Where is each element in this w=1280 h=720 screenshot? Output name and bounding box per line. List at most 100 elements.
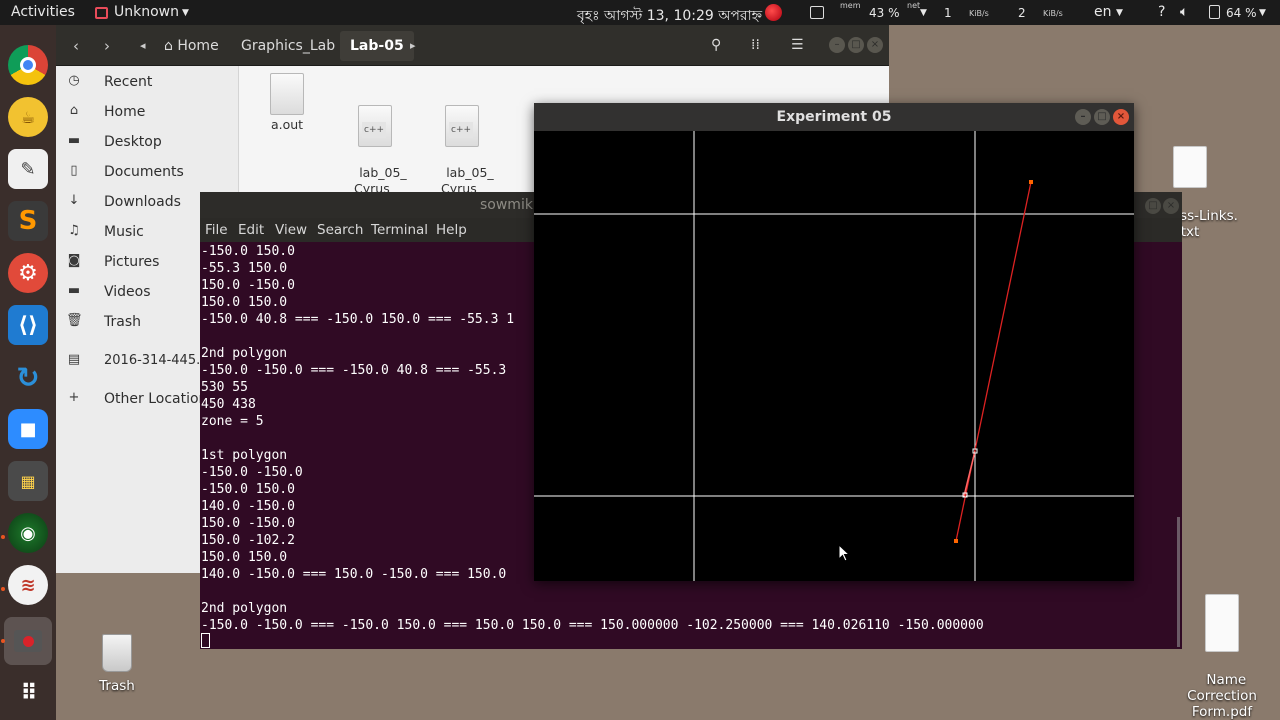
terminal-line: -150.0 40.8 === -150.0 150.0 === -55.3 1 — [201, 312, 515, 327]
terminal-title: sowmik — [480, 197, 533, 213]
sidebar-item-desktop[interactable]: ▬ Desktop — [56, 128, 239, 158]
mem-label: mem — [840, 1, 861, 10]
text-editor-icon[interactable]: ✎ — [8, 149, 48, 189]
terminal-line: -150.0 -150.0 === -150.0 150.0 === 150.0… — [201, 618, 984, 633]
sublime-icon[interactable]: S — [8, 201, 48, 241]
recorder-icon[interactable] — [4, 617, 52, 665]
music-icon: ♫ — [68, 223, 80, 238]
maximize-button[interactable]: □ — [848, 37, 864, 53]
running-indicator — [1, 535, 5, 539]
terminal-line: -150.0 150.0 — [201, 244, 295, 259]
breadcrumb-right-arrow[interactable]: ▸ — [410, 39, 416, 52]
menu-terminal[interactable]: Terminal — [371, 222, 428, 238]
menu-icon[interactable]: ☰ — [791, 37, 804, 53]
terminal-line: 2nd polygon — [201, 601, 288, 616]
breadcrumb-graphics-lab[interactable]: Graphics_Lab — [231, 31, 345, 61]
minimize-button[interactable]: – — [1075, 109, 1091, 125]
window-title: Experiment 05 — [776, 109, 892, 125]
sidebar-item-home[interactable]: ⌂ Home — [56, 98, 239, 128]
menu-edit[interactable]: Edit — [238, 222, 264, 238]
terminal-scrollbar[interactable] — [1177, 517, 1180, 647]
desktop-name-correction-form[interactable]: Name Correction Form.pdf — [1182, 562, 1262, 720]
desktop-label: Trash — [99, 678, 135, 694]
system-monitor-icon[interactable] — [810, 6, 824, 19]
search-icon[interactable]: ⚲ — [711, 37, 721, 53]
sidebar-item-label: Home — [104, 104, 146, 120]
battery-value: 64 % — [1226, 6, 1257, 20]
cpp-file-icon: c++ — [358, 105, 392, 147]
close-button[interactable]: × — [867, 37, 883, 53]
terminal-line: 530 55 — [201, 380, 248, 395]
activities-button[interactable]: Activities — [11, 4, 75, 20]
desktop-trash[interactable]: Trash — [85, 634, 149, 694]
files-header: ‹ › ◂ ⌂ Home Graphics_Lab Lab-05 ▸ ⚲ ⁞⁞ … — [56, 25, 889, 66]
battery-icon[interactable] — [1209, 5, 1220, 19]
net-up-unit: KiB/s — [1043, 9, 1063, 18]
breadcrumb-home[interactable]: ⌂ Home — [154, 31, 229, 61]
experiment-titlebar: Experiment 05 – □ × — [534, 103, 1134, 131]
breadcrumb-left-arrow[interactable]: ◂ — [140, 39, 146, 52]
text-file-icon — [1173, 146, 1207, 188]
terminal-line: 140.0 -150.0 === 150.0 -150.0 === 150.0 — [201, 567, 507, 582]
dock: ☕ ✎ S ⚙ ⟨⟩ ↻ ■ ▦ ◉ ≋ ⠿ — [0, 25, 56, 720]
breadcrumb-lab-05[interactable]: Lab-05 — [340, 31, 414, 61]
mouse-pointer-icon — [838, 544, 850, 562]
terminal-line: 1st polygon — [201, 448, 288, 463]
back-button[interactable]: ‹ — [73, 37, 79, 55]
chevron-down-icon: ▼ — [920, 8, 927, 18]
forward-button[interactable]: › — [104, 37, 110, 55]
download-icon: ↓ — [68, 193, 80, 208]
cpp-tag: c++ — [449, 122, 474, 138]
terminal-cursor — [201, 633, 210, 648]
net-label: net — [907, 1, 921, 10]
chrome-icon[interactable] — [8, 45, 48, 85]
home-icon: ⌂ — [164, 38, 178, 54]
refresh-icon[interactable]: ↻ — [8, 357, 48, 397]
cpp-tag: c++ — [362, 122, 387, 138]
file-item-a-out[interactable]: a.out — [249, 73, 325, 133]
app-indicator-icon — [95, 7, 108, 19]
running-indicator — [1, 587, 5, 591]
help-icon[interactable]: ? — [1158, 4, 1165, 20]
maximize-button[interactable]: □ — [1094, 109, 1110, 125]
language-selector[interactable]: en — [1094, 4, 1112, 20]
menu-help[interactable]: Help — [436, 222, 467, 238]
drive-icon: ▤ — [67, 352, 81, 367]
chevron-down-icon: ▼ — [1116, 8, 1123, 18]
minimize-button[interactable]: – — [829, 37, 845, 53]
paint-teapot-icon[interactable]: ☕ — [8, 97, 48, 137]
terminal-line: -150.0 150.0 — [201, 482, 295, 497]
net-down-value: 1 — [944, 6, 952, 20]
settings-icon[interactable]: ⚙ — [8, 253, 48, 293]
clipping-canvas — [534, 131, 1134, 581]
show-apps-icon[interactable]: ⠿ — [8, 673, 48, 713]
close-button[interactable]: × — [1163, 198, 1179, 214]
home-icon: ⌂ — [69, 103, 79, 118]
sidebar-item-recent[interactable]: ◷ Recent — [56, 68, 239, 98]
zoom-icon[interactable]: ■ — [8, 409, 48, 449]
terminal-line: 140.0 -150.0 — [201, 499, 295, 514]
menu-file[interactable]: File — [205, 222, 228, 238]
camera-icon: ◙ — [67, 253, 81, 268]
line-endpoint — [1029, 180, 1033, 184]
recording-icon[interactable] — [765, 4, 782, 21]
app-menu[interactable]: Unknown — [114, 4, 179, 20]
sidebar-item-documents[interactable]: ▯ Documents — [56, 158, 239, 188]
maximize-button[interactable]: □ — [1145, 198, 1161, 214]
menu-search[interactable]: Search — [317, 222, 363, 238]
desktop-label: Name Correction Form.pdf — [1187, 672, 1257, 720]
experiment-window[interactable]: Experiment 05 – □ × — [534, 103, 1134, 581]
menu-view[interactable]: View — [275, 222, 307, 238]
web-browser-icon[interactable]: ◉ — [8, 513, 48, 553]
document-viewer-icon[interactable]: ≋ — [8, 565, 48, 605]
breadcrumb-home-label: Home — [177, 38, 219, 54]
view-toggle-icon[interactable]: ⁞⁞ — [751, 37, 760, 53]
terminal-line: -55.3 150.0 — [201, 261, 288, 276]
terminal-line: 150.0 -102.2 — [201, 533, 295, 548]
clipped-line — [955, 181, 1032, 542]
sidebar-item-label: Music — [104, 224, 144, 240]
volume-icon[interactable]: 🔈︎ — [1180, 4, 1188, 20]
vscode-icon[interactable]: ⟨⟩ — [8, 305, 48, 345]
close-button[interactable]: × — [1113, 109, 1129, 125]
calculator-icon[interactable]: ▦ — [8, 461, 48, 501]
